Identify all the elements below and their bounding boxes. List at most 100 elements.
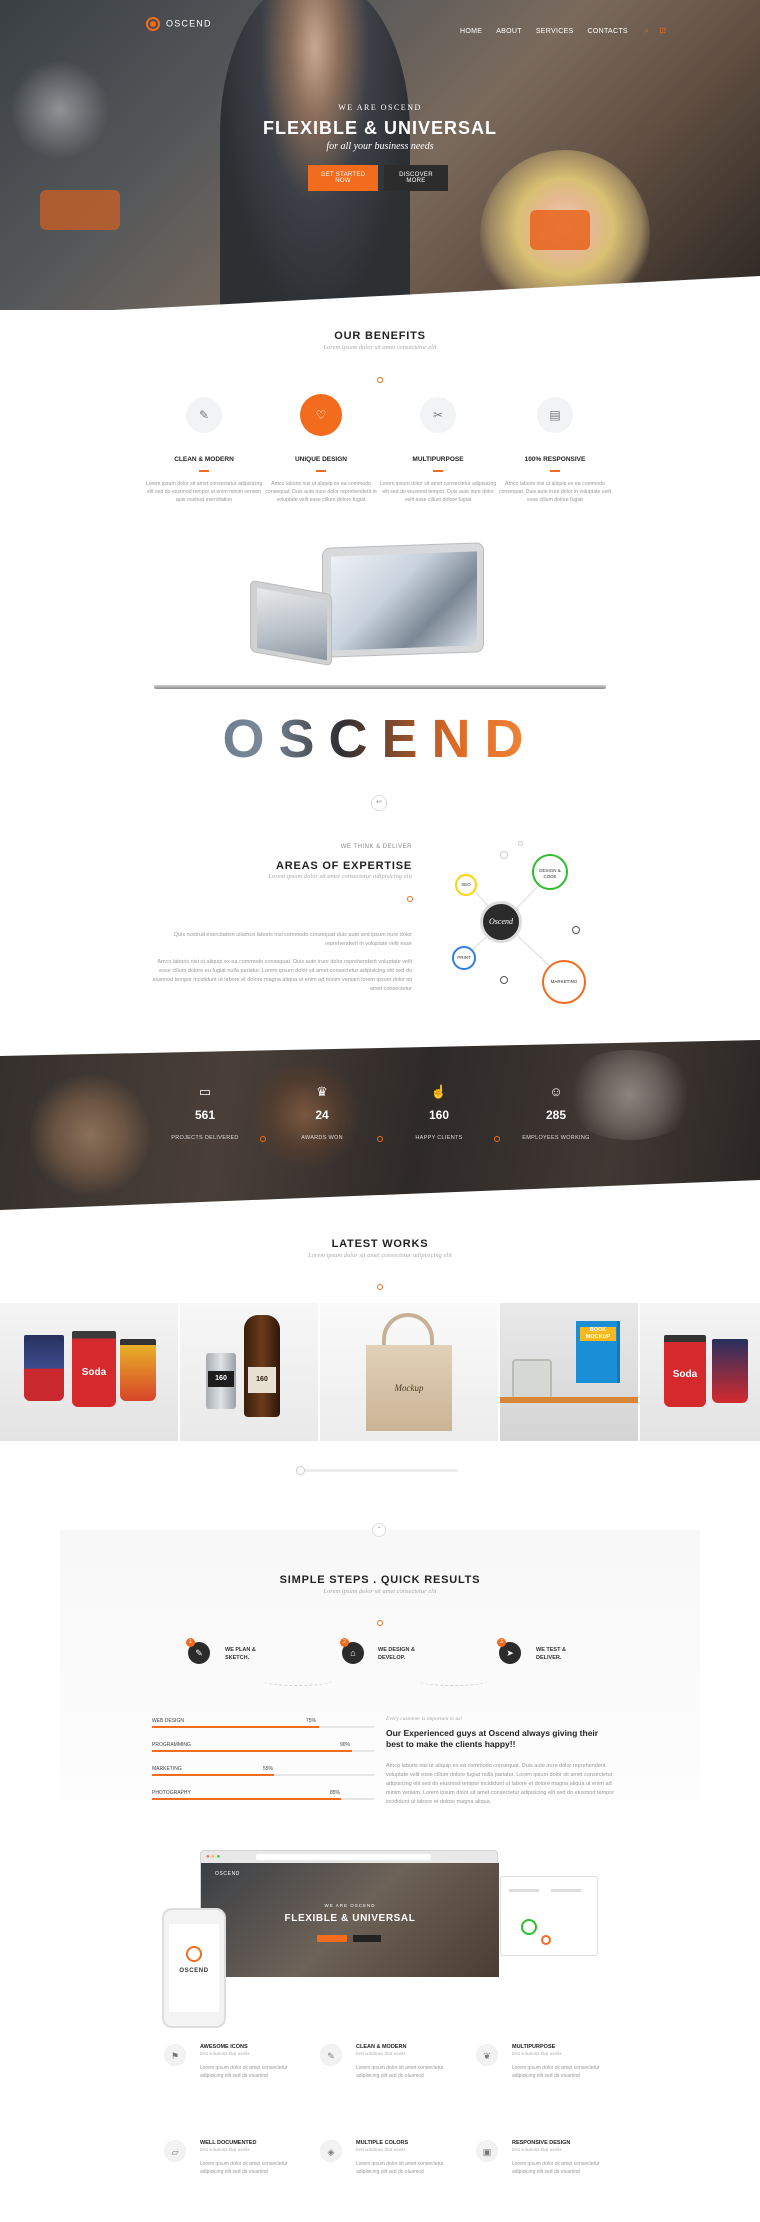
steps-background [60,1530,700,1800]
browser-mockup: ● ● ● OSCEND WE ARE OSCEND FLEXIBLE & UN… [200,1850,499,1977]
benefit-accent-bar [316,470,326,472]
mini-primary-button [317,1935,347,1942]
design-code-node: DESIGN & CODE [532,854,568,890]
benefit-text: Amco laboris nisi ut aliquip ex ea commo… [498,481,612,503]
feature-title: RESPONSIVE DESIGN [512,2140,571,2146]
step-badge: 1 [186,1638,195,1647]
cup-shape: Soda [664,1335,706,1407]
work-item-coffee-cups[interactable]: Soda [640,1303,760,1441]
scroll-arrow-icon[interactable]: ↩ [371,795,387,811]
leaf-icon: ❦ [476,2044,498,2066]
tablet-circle [521,1919,537,1935]
mini-kicker: WE ARE OSCEND [324,1903,376,1908]
book-shape: BOOK MOCKUP [576,1321,620,1383]
step-label: WE PLAN & SKETCH. [225,1647,256,1661]
wallet-icon: ▭ [198,1084,212,1099]
stats-section: ▭ ♛ ☝ ☺ 561 24 160 285 PROJECTS DELIVERE… [0,1040,760,1210]
feature-title: CLEAN & MODERN [356,2044,407,2050]
orange-chair [530,210,590,250]
address-bar [256,1854,431,1860]
book-label: BOOK MOCKUP [580,1327,616,1341]
tablet-circle [541,1935,551,1945]
laptop-screen-back [250,579,332,667]
skill-label: WEB DESIGN [152,1718,184,1724]
phone-screen: OSCEND [169,1924,219,2012]
work-item-tote-bag[interactable]: Mockup [320,1303,498,1441]
nav-contacts[interactable]: CONTACTS [588,28,628,35]
benefit-accent-bar [550,470,560,472]
monitor-icon: ▣ [476,2140,498,2162]
discover-more-button[interactable]: DISCOVER MORE [384,165,448,191]
phone-brand: OSCEND [179,1968,209,1974]
thumbs-up-icon: ☝ [430,1084,448,1099]
man-figure [220,0,410,310]
stat-number: 24 [315,1108,329,1122]
bag-handle [382,1313,434,1349]
steps-title: SIMPLE STEPS . QUICK RESULTS [279,1574,481,1586]
step-label: WE TEST & DELIVER. [536,1647,566,1661]
cup-shape [120,1339,156,1401]
small-node [500,976,508,984]
skill-label: PROGRAMMING [152,1742,191,1748]
center-label: Oscend [489,917,513,926]
cup-shape [712,1339,748,1403]
skill-fill [152,1750,352,1752]
orange-chair-left [40,190,120,230]
work-item-book[interactable]: BOOK MOCKUP [500,1303,638,1441]
brand-logo[interactable]: OSCEND [146,17,212,31]
nav-about[interactable]: ABOUT [496,28,522,35]
laptop-base [154,685,606,689]
benefit-text: Lorem ipsum dolor sit amet consectetur a… [145,481,263,503]
quote-heading: Our Experienced guys at Oscend always gi… [386,1728,616,1750]
section-dot [407,896,413,902]
oscend-wordmark: OSCEND [0,708,760,770]
tablet-mockup [500,1876,598,1956]
cart-icon[interactable]: ⊡ [659,26,666,35]
pencil-icon: ✎ [320,2044,342,2066]
small-node [518,841,523,846]
skill-pct: 90% [340,1742,351,1748]
seo-node: SEO [455,874,477,896]
trophy-icon: ♛ [316,1084,328,1099]
calculator-shape [512,1359,552,1399]
works-scrollbar[interactable] [296,1469,458,1472]
main-nav: HOME ABOUT SERVICES CONTACTS ⌕ ⊡ [446,20,666,38]
benefits-subtitle: Lorem ipsum dolor sit amet consectetur e… [323,344,437,351]
nav-services[interactable]: SERVICES [536,28,574,35]
marketing-node: MARKETING [542,960,586,1004]
mini-title: FLEXIBLE & UNIVERSAL [284,1913,416,1924]
bottle-label: 160 [248,1367,276,1393]
search-icon[interactable]: ⌕ [644,26,648,35]
expertise-title-wrap: AREAS OF EXPERTISE [150,856,412,874]
hero-section: OSCEND HOME ABOUT SERVICES CONTACTS ⌕ ⊡ WE … [0,0,760,310]
stat-divider-dot [377,1136,383,1142]
feature-text: Lorem ipsum dolor sit amet consectetur a… [356,2065,444,2079]
feature-sub: best solutions that works [356,2052,406,2057]
skill-pct: 85% [330,1790,341,1796]
browser-screen: OSCEND WE ARE OSCEND FLEXIBLE & UNIVERSA… [201,1863,499,1977]
nav-home[interactable]: HOME [460,28,482,35]
feature-sub: best solutions that works [512,2052,562,2057]
benefit-title: 100% RESPONSIVE [524,456,586,463]
feature-title: AWESOME ICONS [200,2044,248,2050]
laptop-back-photo [257,588,327,661]
skill-fill [152,1774,275,1776]
stat-divider-dot [260,1136,266,1142]
tablet-line [509,1889,539,1892]
get-started-button[interactable]: GET STARTED NOW [308,165,378,191]
skill-pct: 75% [306,1718,317,1724]
stat-label: PROJECTS DELIVERED [171,1135,239,1141]
feature-sub: best solutions that works [512,2148,562,2153]
work-item-coffee-cups[interactable]: Soda [0,1303,178,1441]
benefits-title: OUR BENEFITS [334,330,426,342]
works-scrollbar-thumb[interactable] [296,1466,305,1475]
scroll-arrow-icon[interactable]: ⌃ [372,1523,386,1537]
logo-icon [146,17,160,31]
hero-subtitle: for all your business needs [326,141,434,152]
stat-label: AWARDS WON [301,1135,343,1141]
section-dot [377,1284,383,1290]
work-item-beer[interactable]: 160 160 [180,1303,318,1441]
feature-text: Lorem ipsum dolor sit amet consectetur a… [512,2065,600,2079]
phone-logo-icon [186,1946,202,1962]
pencil-icon: ✎ [186,397,222,433]
